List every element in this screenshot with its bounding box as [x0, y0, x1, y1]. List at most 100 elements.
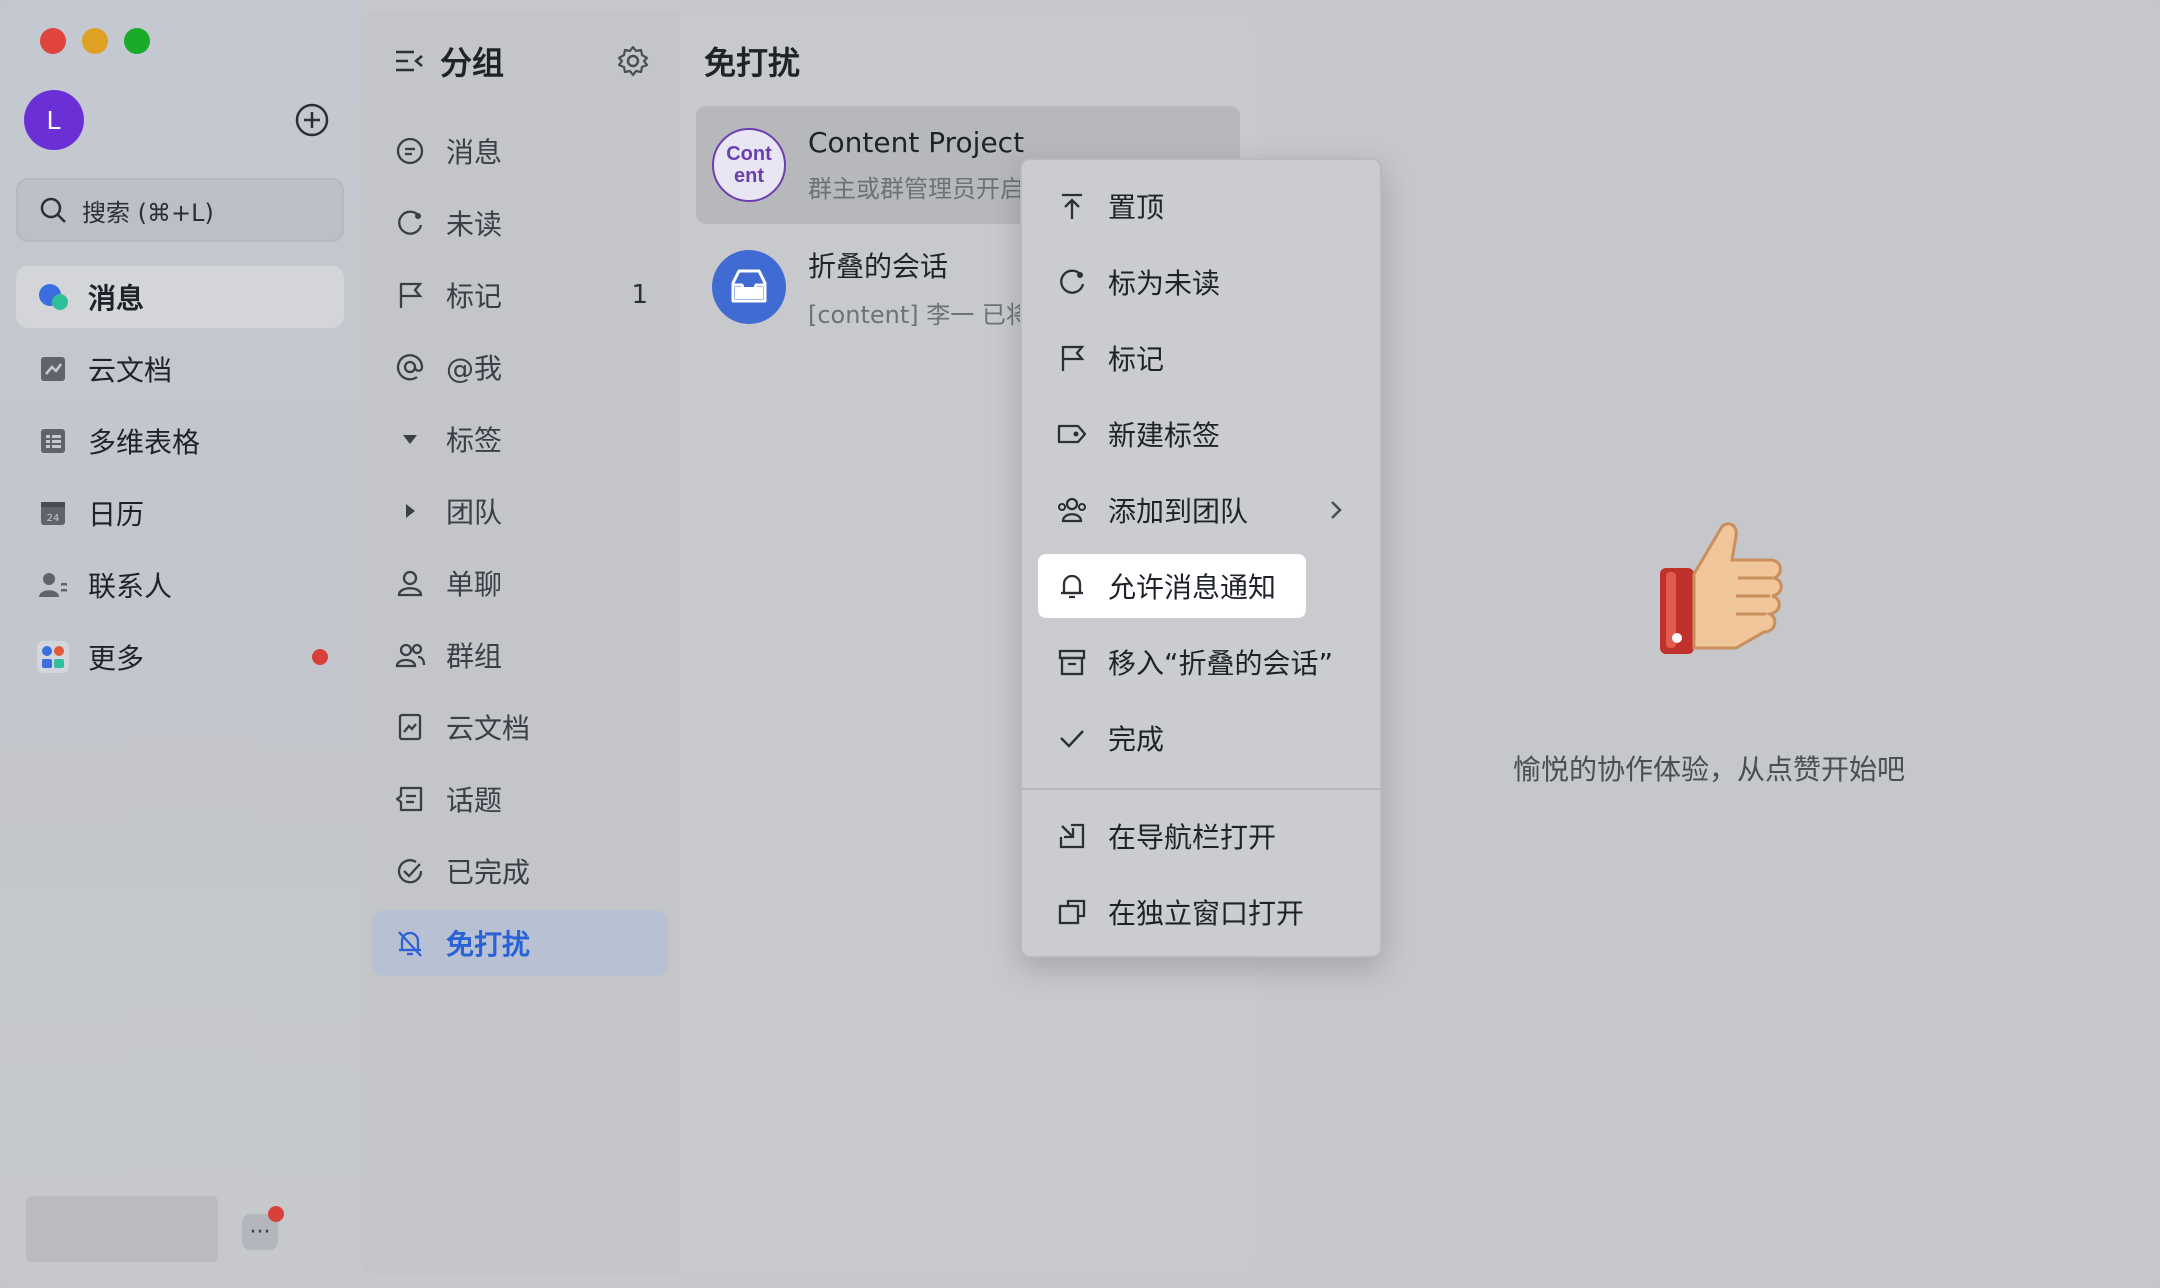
triangle-down-icon — [394, 423, 426, 455]
user-avatar-letter: L — [46, 104, 62, 135]
menu-item-label: 标记 — [1108, 343, 1165, 376]
open-in-sidebar-icon — [1056, 820, 1088, 852]
conversation-name: 折叠的会话 — [808, 249, 949, 283]
chevron-right-icon — [1331, 501, 1342, 519]
left-navigation: L 搜索 (⌘+L) 消息 云文档 多维表格 24 日历 联系人 更多 ··· — [0, 0, 360, 1288]
nav-item-label: 消息 — [88, 282, 145, 315]
menu-divider — [1022, 788, 1380, 790]
group-item-done[interactable]: 已完成 — [372, 838, 668, 904]
menu-item-mark-unread[interactable]: 标为未读 — [1038, 250, 1368, 314]
unread-icon — [1056, 266, 1088, 298]
nav-item-label: 日历 — [88, 498, 145, 531]
person-icon — [394, 567, 426, 599]
nav-item-label: 云文档 — [88, 354, 173, 387]
new-window-icon — [1056, 896, 1088, 928]
menu-item-label: 在导航栏打开 — [1108, 821, 1277, 854]
notification-dot — [268, 1206, 284, 1222]
nav-item-contacts[interactable]: 联系人 — [16, 554, 344, 616]
group-item-topics[interactable]: 话题 — [372, 766, 668, 832]
groups-panel: 分组 消息 未读 标记 1 @我 标签 团队 单聊 群组 云文档 话题 已完成 … — [360, 10, 680, 1274]
collapse-sidebar-icon[interactable] — [392, 44, 426, 78]
menu-item-label: 完成 — [1108, 723, 1165, 756]
conversation-name: Content Project — [808, 126, 1025, 159]
menu-item-allow-notifications[interactable]: 允许消息通知 — [1038, 554, 1306, 618]
user-avatar[interactable]: L — [24, 90, 84, 150]
window-controls — [40, 28, 150, 54]
nav-item-base[interactable]: 多维表格 — [16, 410, 344, 472]
menu-item-label: 新建标签 — [1108, 419, 1221, 452]
team-icon — [1056, 494, 1088, 526]
menu-item-label: 添加到团队 — [1108, 495, 1249, 528]
menu-item-open-in-nav[interactable]: 在导航栏打开 — [1038, 804, 1368, 868]
nav-item-calendar[interactable]: 24 日历 — [16, 482, 344, 544]
notification-dot — [312, 649, 328, 665]
menu-item-done[interactable]: 完成 — [1038, 706, 1368, 770]
nav-item-more[interactable]: 更多 — [16, 626, 344, 688]
calendar-icon: 24 — [36, 496, 70, 530]
close-window-button[interactable] — [40, 28, 66, 54]
status-area — [26, 1196, 218, 1262]
contacts-icon — [36, 568, 70, 602]
group-item-label: 消息 — [446, 136, 503, 169]
group-icon — [394, 639, 426, 671]
messages-icon — [36, 280, 70, 314]
zoom-window-button[interactable] — [124, 28, 150, 54]
docs-icon — [36, 352, 70, 386]
chat-bubble-icon — [394, 135, 426, 167]
group-item-muted[interactable]: 免打扰 — [372, 910, 668, 976]
menu-item-new-label[interactable]: 新建标签 — [1038, 402, 1368, 466]
flagged-count-badge: 1 — [631, 280, 648, 310]
bell-icon — [1056, 570, 1088, 602]
menu-item-open-in-window[interactable]: 在独立窗口打开 — [1038, 880, 1368, 944]
more-options-button[interactable]: ··· — [242, 1206, 284, 1250]
group-item-flagged[interactable]: 标记 1 — [372, 262, 668, 328]
avatar-text-line: ent — [733, 165, 764, 187]
group-item-docs[interactable]: 云文档 — [372, 694, 668, 760]
group-item-label: 群组 — [446, 640, 503, 673]
more-apps-icon — [36, 640, 70, 674]
menu-item-label: 置顶 — [1108, 191, 1165, 224]
search-box[interactable]: 搜索 (⌘+L) — [16, 178, 344, 242]
nav-item-messages[interactable]: 消息 — [16, 266, 344, 328]
group-item-teams[interactable]: 团队 — [372, 478, 668, 544]
topic-icon — [394, 783, 426, 815]
group-item-direct[interactable]: 单聊 — [372, 550, 668, 616]
group-item-unread[interactable]: 未读 — [372, 190, 668, 256]
inbox-icon — [712, 250, 786, 324]
document-icon — [394, 711, 426, 743]
search-placeholder: 搜索 (⌘+L) — [82, 198, 214, 227]
nav-item-docs[interactable]: 云文档 — [16, 338, 344, 400]
group-item-mentions[interactable]: @我 — [372, 334, 668, 400]
group-item-label: 团队 — [446, 496, 503, 529]
tag-icon — [1056, 418, 1088, 450]
nav-item-label: 多维表格 — [88, 426, 201, 459]
group-item-labels[interactable]: 标签 — [372, 406, 668, 472]
menu-item-move-to-folded[interactable]: 移入“折叠的会话” — [1038, 630, 1368, 694]
menu-item-pin[interactable]: 置顶 — [1038, 174, 1368, 238]
menu-item-flag[interactable]: 标记 — [1038, 326, 1368, 390]
group-avatar: Cont ent — [712, 128, 786, 202]
add-icon[interactable] — [294, 102, 330, 138]
group-item-messages[interactable]: 消息 — [372, 118, 668, 184]
empty-state-message: 愉悦的协作体验，从点赞开始吧 — [1512, 753, 1905, 786]
group-item-label: 单聊 — [446, 568, 503, 601]
triangle-right-icon — [394, 495, 426, 527]
groups-header: 分组 — [392, 38, 504, 84]
search-icon — [40, 197, 66, 223]
menu-item-add-to-team[interactable]: 添加到团队 — [1038, 478, 1368, 542]
nav-item-label: 联系人 — [88, 570, 173, 603]
group-item-label: @我 — [446, 352, 503, 385]
check-circle-icon — [394, 855, 426, 887]
minimize-window-button[interactable] — [82, 28, 108, 54]
gear-icon[interactable] — [616, 44, 650, 78]
pin-top-icon — [1056, 190, 1088, 222]
group-item-label: 标签 — [446, 424, 503, 457]
group-item-label: 已完成 — [446, 856, 531, 889]
group-item-groups[interactable]: 群组 — [372, 622, 668, 688]
table-icon — [36, 424, 70, 458]
group-item-label: 未读 — [446, 208, 503, 241]
groups-title: 分组 — [440, 44, 505, 82]
group-item-label: 免打扰 — [446, 928, 531, 961]
flag-icon — [1056, 342, 1088, 374]
nav-item-label: 更多 — [88, 642, 145, 675]
